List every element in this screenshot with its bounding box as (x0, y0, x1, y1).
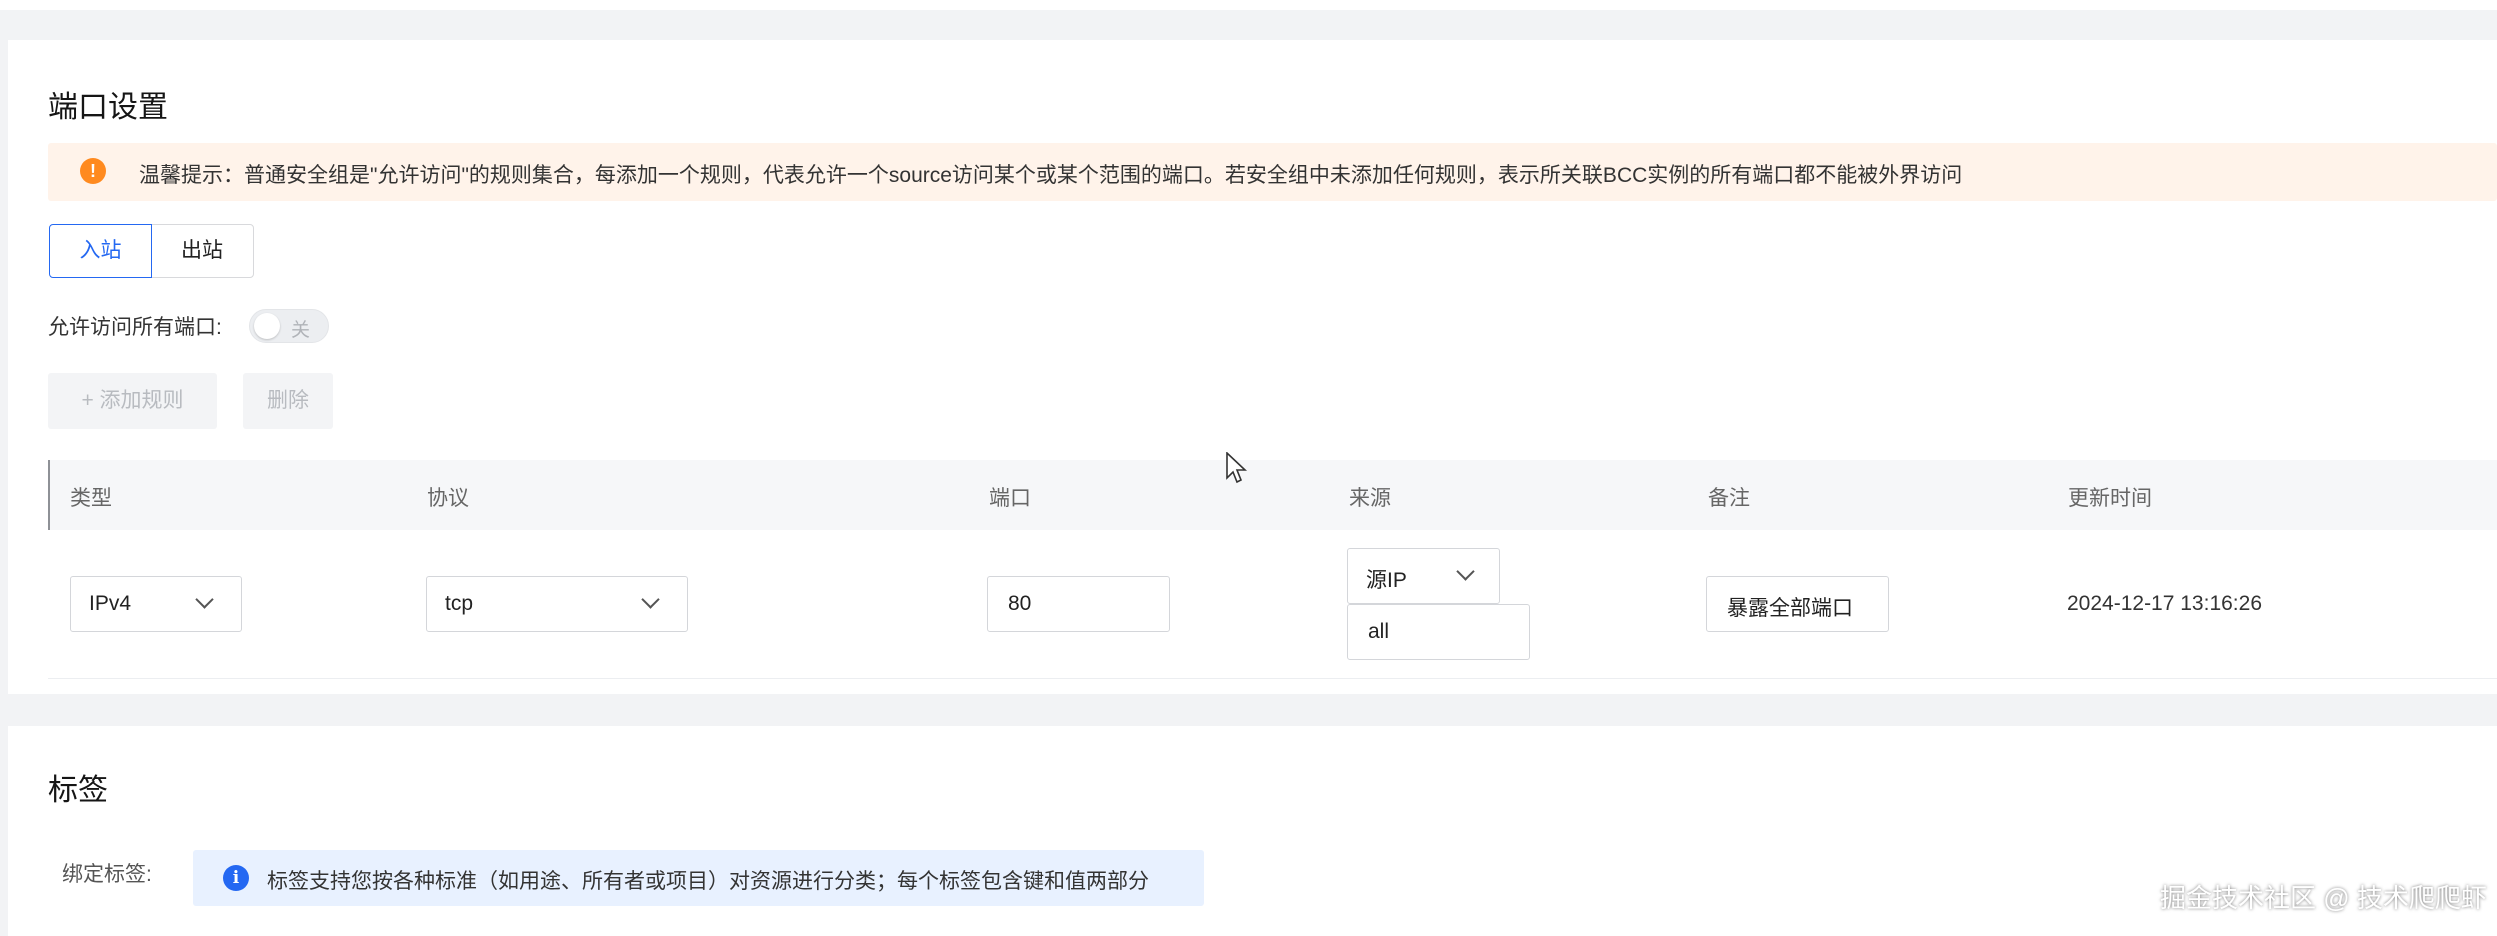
source-type-value: 源IP (1366, 569, 1407, 592)
source-ip-value: all (1368, 620, 1390, 643)
updated-time: 2024-12-17 13:16:26 (2067, 592, 2262, 615)
bind-tags-label: 绑定标签: (62, 863, 152, 886)
protocol-select-value: tcp (445, 592, 474, 615)
tags-title: 标签 (48, 774, 108, 807)
header-protocol: 协议 (427, 487, 469, 510)
type-select-value: IPv4 (89, 592, 132, 615)
add-rule-button[interactable]: + 添加规则 (48, 373, 217, 429)
header-updated-time: 更新时间 (2068, 487, 2152, 510)
toggle-knob (254, 313, 280, 339)
tags-info-text: 标签支持您按各种标准（如用途、所有者或项目）对资源进行分类；每个标签包含键和值两… (267, 870, 1149, 893)
info-icon: i (223, 865, 249, 891)
remark-input[interactable]: 暴露全部端口 (1706, 576, 1889, 632)
allow-all-ports-toggle[interactable]: 关 (249, 309, 329, 343)
type-select[interactable]: IPv4 (70, 576, 242, 632)
header-type: 类型 (70, 487, 112, 510)
notice-banner: ! 温馨提示：普通安全组是"允许访问"的规则集合，每添加一个规则，代表允许一个s… (48, 143, 2497, 201)
delete-button[interactable]: 删除 (243, 373, 333, 429)
top-strip (0, 0, 2497, 10)
header-remark: 备注 (1708, 487, 1750, 510)
header-port: 端口 (989, 487, 1031, 510)
source-ip-input[interactable]: all (1347, 604, 1530, 660)
tab-inbound[interactable]: 入站 (49, 224, 152, 278)
allow-all-ports-label: 允许访问所有端口: (48, 316, 222, 339)
chevron-down-icon (641, 590, 660, 609)
port-input[interactable]: 80 (987, 576, 1170, 632)
watermark: 掘金技术社区 @ 技术爬爬虾 (2160, 883, 2487, 913)
header-source: 来源 (1349, 487, 1391, 510)
protocol-select[interactable]: tcp (426, 576, 688, 632)
port-input-value: 80 (1008, 592, 1032, 615)
toggle-state-text: 关 (291, 320, 311, 341)
source-type-select[interactable]: 源IP (1347, 548, 1500, 604)
remark-input-value: 暴露全部端口 (1727, 597, 1853, 620)
chevron-down-icon (1456, 562, 1475, 581)
chevron-down-icon (195, 590, 214, 609)
row-divider (48, 678, 2497, 679)
port-settings-title: 端口设置 (48, 91, 168, 124)
tags-info-box: i 标签支持您按各种标准（如用途、所有者或项目）对资源进行分类；每个标签包含键和… (193, 850, 1204, 906)
notice-text: 温馨提示：普通安全组是"允许访问"的规则集合，每添加一个规则，代表允许一个sou… (139, 164, 1963, 187)
tab-outbound[interactable]: 出站 (150, 224, 254, 278)
rules-table-header: 类型 协议 端口 来源 备注 更新时间 (48, 460, 2497, 530)
warning-icon: ! (80, 158, 106, 184)
